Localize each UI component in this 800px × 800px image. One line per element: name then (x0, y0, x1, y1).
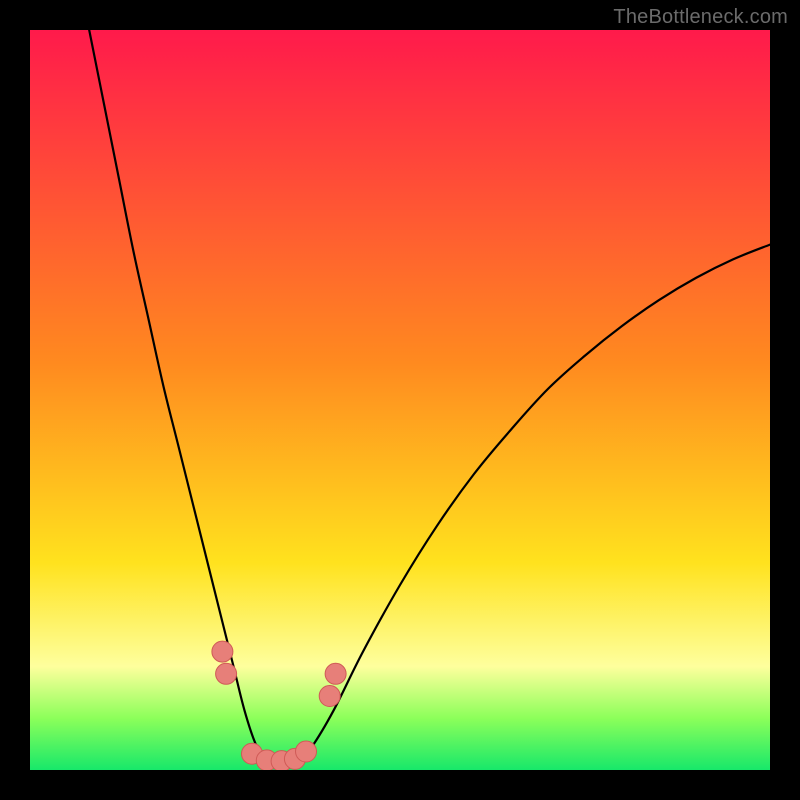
data-marker (296, 741, 317, 762)
data-marker (212, 641, 233, 662)
data-marker (216, 663, 237, 684)
plot-area (30, 30, 770, 770)
data-marker (319, 686, 340, 707)
curve-layer (30, 30, 770, 770)
bottleneck-curve (89, 30, 770, 769)
watermark-text: TheBottleneck.com (613, 6, 788, 29)
data-marker (325, 663, 346, 684)
chart-frame: TheBottleneck.com (0, 0, 800, 800)
